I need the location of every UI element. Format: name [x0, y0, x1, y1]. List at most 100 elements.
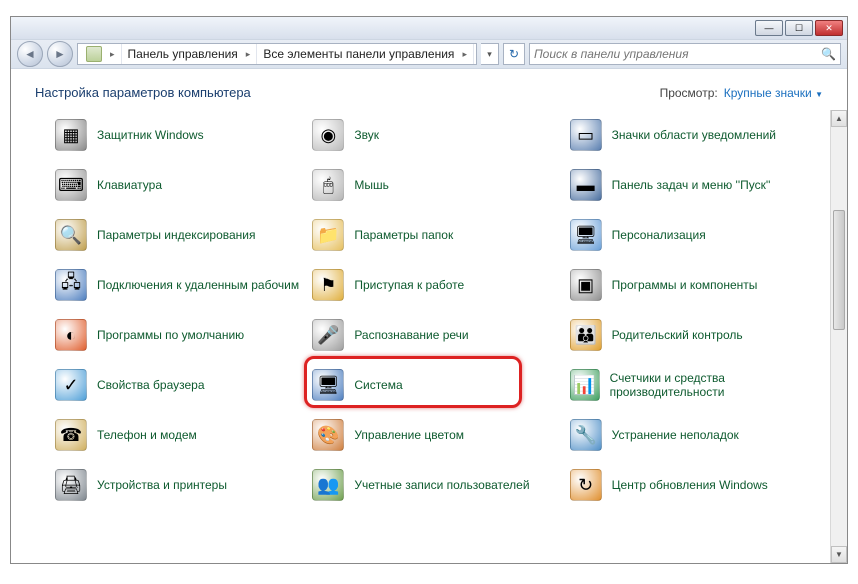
view-label: Просмотр: — [660, 86, 718, 100]
item-personalization[interactable]: 🖥 Персонализация — [570, 210, 827, 260]
breadcrumb[interactable]: ▸ Панель управления▸ Все элементы панели… — [77, 43, 477, 65]
shield-icon: ▦ — [55, 119, 87, 151]
update-icon: ↻ — [570, 469, 602, 501]
item-label: Подключения к удаленным рабочим — [97, 278, 299, 292]
tray-icon: ▭ — [570, 119, 602, 151]
remote-icon: 🖧 — [55, 269, 87, 301]
breadcrumb-item-0[interactable]: Панель управления▸ — [122, 44, 258, 64]
browser-icon: ✓ — [55, 369, 87, 401]
control-panel-icon — [86, 46, 102, 62]
item-label: Панель задач и меню ''Пуск'' — [612, 178, 771, 192]
item-sound[interactable]: ◉ Звук — [312, 110, 569, 160]
item-getting-started[interactable]: ⚑ Приступая к работе — [312, 260, 569, 310]
control-panel-window: — ☐ ✕ ◄ ► ▸ Панель управления▸ Все элеме… — [10, 16, 848, 564]
folder-icon: 📁 — [312, 219, 344, 251]
troubleshoot-icon: 🔧 — [570, 419, 602, 451]
scroll-thumb[interactable] — [833, 210, 845, 330]
item-internet-options[interactable]: ✓ Свойства браузера — [55, 360, 312, 410]
system-icon: 🖥 — [312, 369, 344, 401]
mouse-icon: 🖱 — [312, 169, 344, 201]
refresh-button[interactable]: ↻ — [503, 43, 525, 65]
breadcrumb-root[interactable]: ▸ — [80, 44, 122, 64]
item-label: Система — [354, 378, 402, 392]
taskbar-icon: ▬ — [570, 169, 602, 201]
maximize-button[interactable]: ☐ — [785, 20, 813, 36]
perf-icon: 📊 — [570, 369, 600, 401]
item-label: Программы по умолчанию — [97, 328, 244, 342]
users-icon: 👥 — [312, 469, 344, 501]
item-default-programs[interactable]: ◐ Программы по умолчанию — [55, 310, 312, 360]
item-label: Клавиатура — [97, 178, 162, 192]
personalize-icon: 🖥 — [570, 219, 602, 251]
item-speech[interactable]: 🎤 Распознавание речи — [312, 310, 569, 360]
search-box[interactable]: 🔍 — [529, 43, 841, 65]
item-taskbar[interactable]: ▬ Панель задач и меню ''Пуск'' — [570, 160, 827, 210]
breadcrumb-item-1[interactable]: Все элементы панели управления▸ — [257, 44, 474, 64]
chevron-down-icon: ▼ — [815, 90, 823, 99]
item-notification-icons[interactable]: ▭Значки области уведомлений — [570, 110, 827, 160]
view-dropdown[interactable]: Крупные значки ▼ — [724, 86, 823, 100]
item-label: Распознавание речи — [354, 328, 468, 342]
item-label: Родительский контроль — [612, 328, 743, 342]
close-button[interactable]: ✕ — [815, 20, 843, 36]
parental-icon: 👪 — [570, 319, 602, 351]
item-label: Управление цветом — [354, 428, 464, 442]
item-label: Центр обновления Windows — [612, 478, 768, 492]
back-button[interactable]: ◄ — [17, 41, 43, 67]
item-parental[interactable]: 👪 Родительский контроль — [570, 310, 827, 360]
search-input[interactable] — [534, 47, 821, 61]
address-bar: ◄ ► ▸ Панель управления▸ Все элементы па… — [11, 39, 847, 69]
address-dropdown[interactable]: ▾ — [481, 43, 499, 65]
item-label: Мышь — [354, 178, 389, 192]
item-label: Программы и компоненты — [612, 278, 758, 292]
item-folder-options[interactable]: 📁 Параметры папок — [312, 210, 569, 260]
item-user-accounts[interactable]: 👥 Учетные записи пользователей — [312, 460, 569, 510]
item-keyboard[interactable]: ⌨ Клавиатура — [55, 160, 312, 210]
item-indexing[interactable]: 🔍Параметры индексирования — [55, 210, 312, 260]
item-system[interactable]: 🖥 Система — [312, 360, 569, 410]
item-label: Устранение неполадок — [612, 428, 739, 442]
item-label: Звук — [354, 128, 379, 142]
search-icon: 🔍 — [821, 47, 836, 61]
programs-icon: ▣ — [570, 269, 602, 301]
flag-icon: ⚑ — [312, 269, 344, 301]
page-title: Настройка параметров компьютера — [35, 85, 251, 100]
item-troubleshooting[interactable]: 🔧 Устранение неполадок — [570, 410, 827, 460]
scroll-down-button[interactable]: ▼ — [831, 546, 847, 563]
item-label: Телефон и модем — [97, 428, 197, 442]
view-selector: Просмотр: Крупные значки ▼ — [660, 86, 823, 100]
mic-icon: 🎤 — [312, 319, 344, 351]
titlebar: — ☐ ✕ — [11, 17, 847, 39]
minimize-button[interactable]: — — [755, 20, 783, 36]
item-label: Приступая к работе — [354, 278, 464, 292]
devices-icon: 🖨 — [55, 469, 87, 501]
items-viewport: ▦ Защитник Windows ◉ Звук ▭Значки области ув… — [11, 110, 847, 563]
item-windows-update[interactable]: ↻ Центр обновления Windows — [570, 460, 827, 510]
item-devices-printers[interactable]: 🖨 Устройства и принтеры — [55, 460, 312, 510]
scrollbar[interactable]: ▲ ▼ — [830, 110, 847, 563]
item-label: Параметры папок — [354, 228, 453, 242]
item-remote[interactable]: 🖧 Подключения к удаленным рабочим — [55, 260, 312, 310]
item-color-management[interactable]: 🎨 Управление цветом — [312, 410, 569, 460]
scroll-up-button[interactable]: ▲ — [831, 110, 847, 127]
item-phone-modem[interactable]: ☎ Телефон и модем — [55, 410, 312, 460]
content-header: Настройка параметров компьютера Просмотр… — [11, 69, 847, 110]
item-windows-defender[interactable]: ▦ Защитник Windows — [55, 110, 312, 160]
index-icon: 🔍 — [55, 219, 87, 251]
keyboard-icon: ⌨ — [55, 169, 87, 201]
default-icon: ◐ — [55, 319, 87, 351]
item-programs[interactable]: ▣ Программы и компоненты — [570, 260, 827, 310]
items-grid: ▦ Защитник Windows ◉ Звук ▭Значки области ув… — [11, 110, 847, 510]
item-label: Защитник Windows — [97, 128, 204, 142]
item-label: Свойства браузера — [97, 378, 205, 392]
item-performance[interactable]: 📊Счетчики и средства производительности — [570, 360, 827, 410]
color-icon: 🎨 — [312, 419, 344, 451]
item-label: Учетные записи пользователей — [354, 478, 529, 492]
speaker-icon: ◉ — [312, 119, 344, 151]
item-label: Устройства и принтеры — [97, 478, 227, 492]
item-label: Персонализация — [612, 228, 706, 242]
forward-button[interactable]: ► — [47, 41, 73, 67]
item-mouse[interactable]: 🖱 Мышь — [312, 160, 569, 210]
phone-icon: ☎ — [55, 419, 87, 451]
content-area: Настройка параметров компьютера Просмотр… — [11, 69, 847, 563]
